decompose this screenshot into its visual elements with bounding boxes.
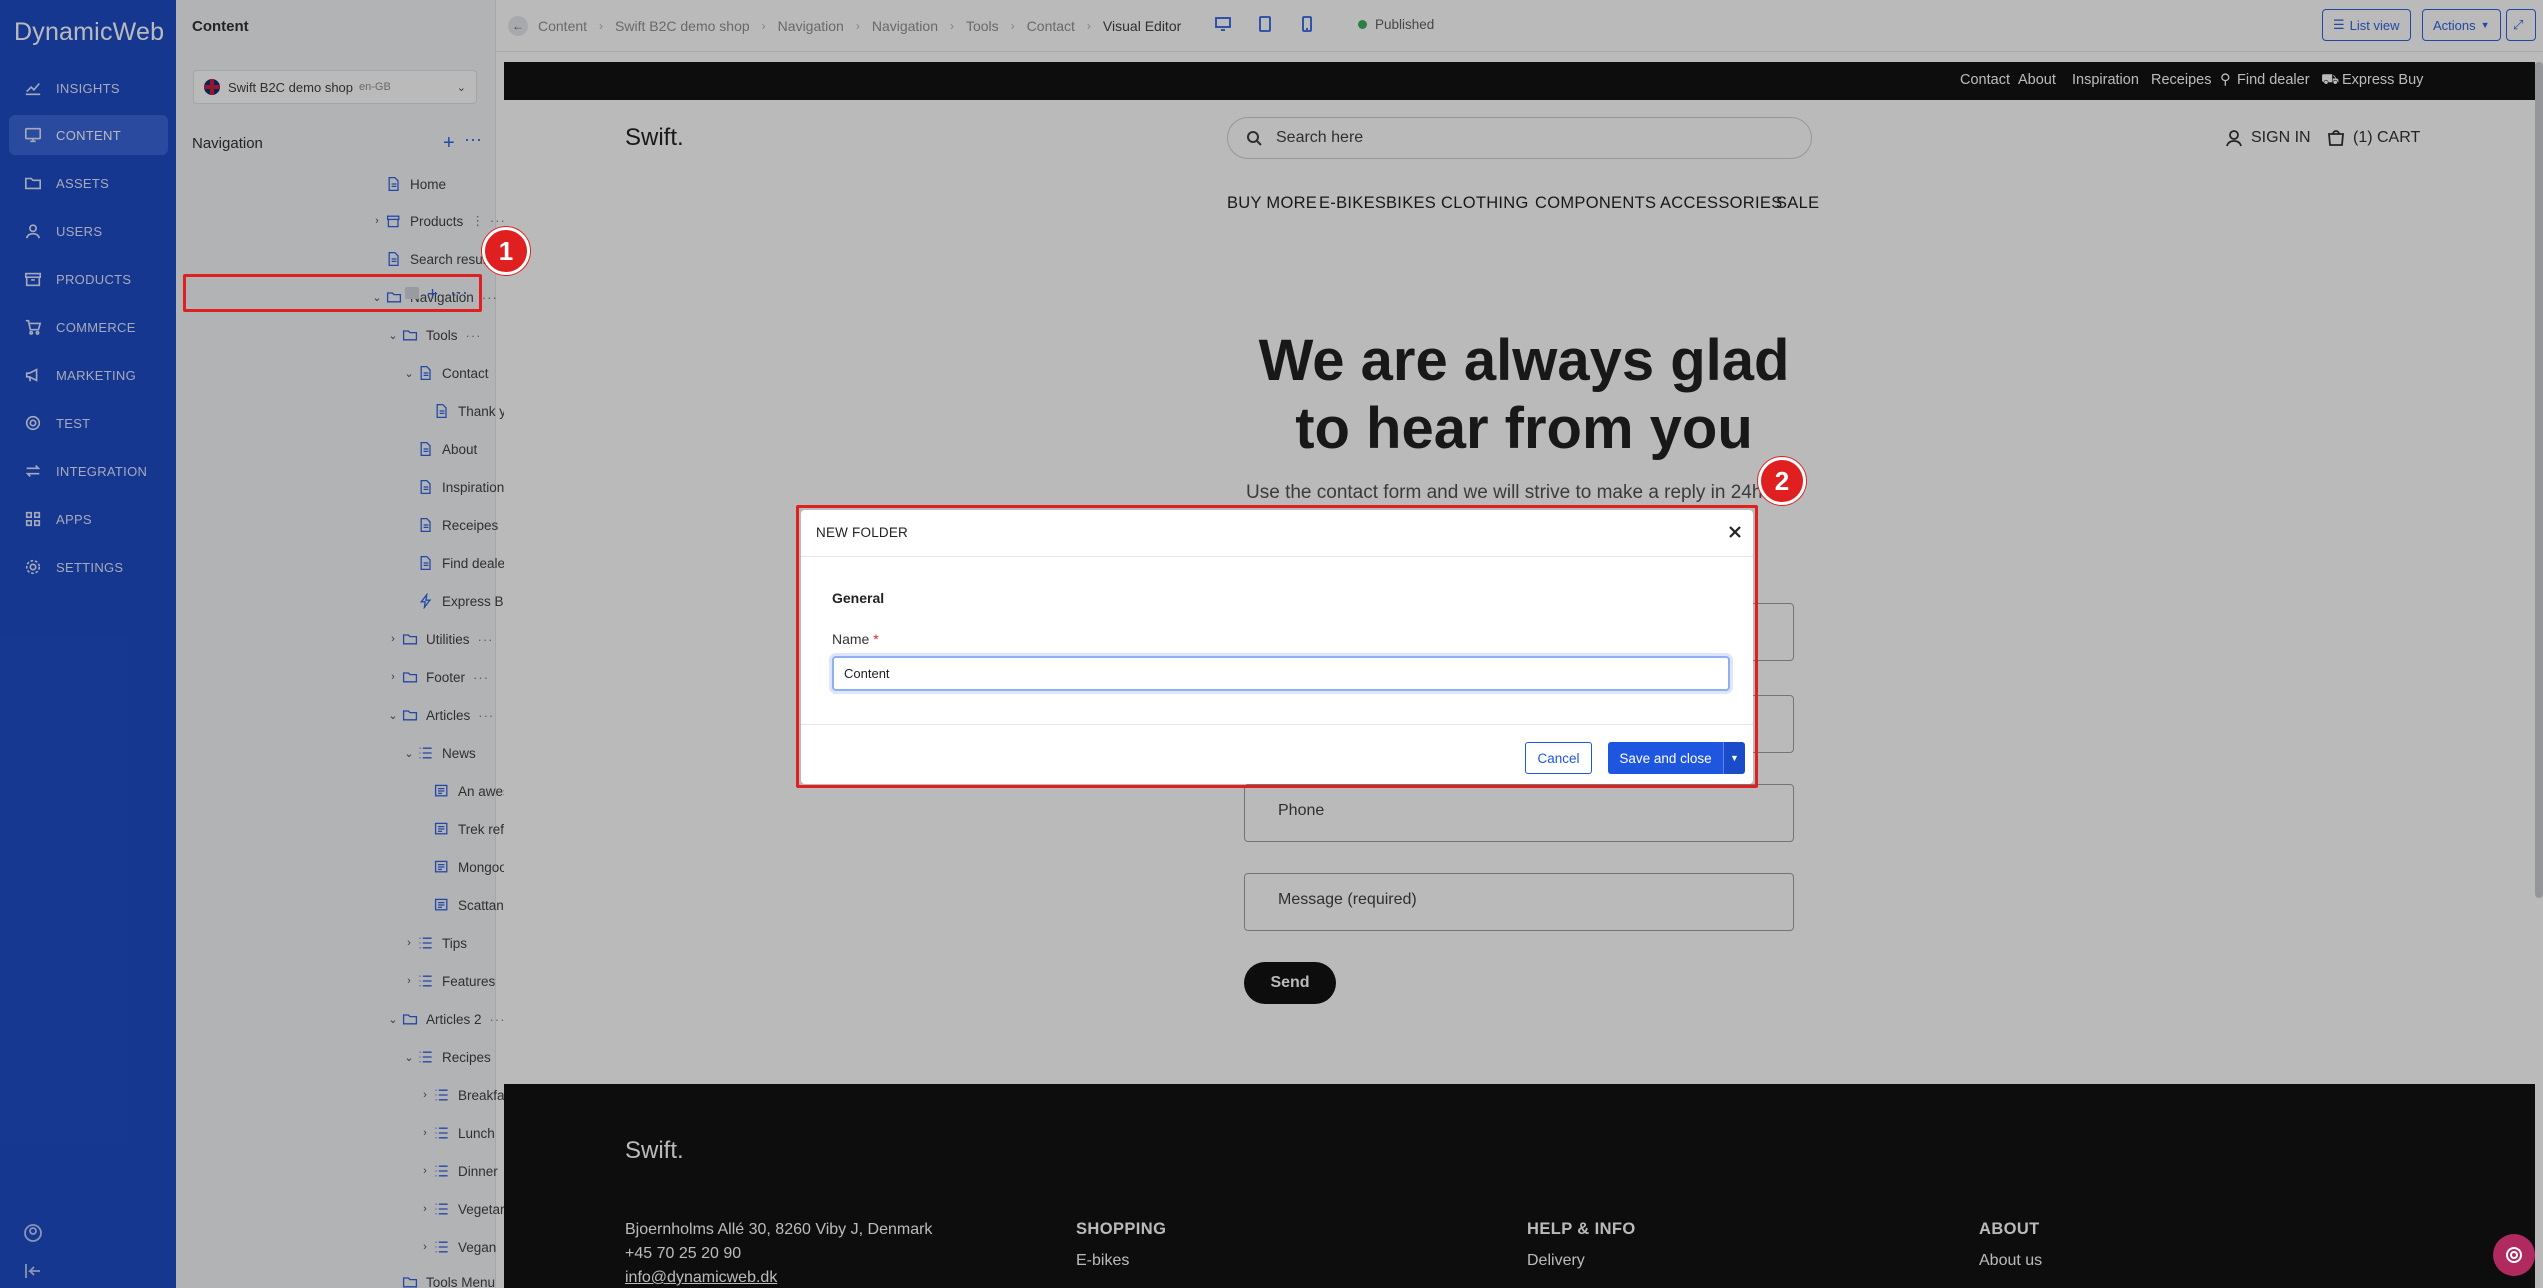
help-button[interactable]: [2493, 1234, 2535, 1276]
help-icon: [2506, 1247, 2522, 1263]
save-options-caret-icon[interactable]: ▼: [1723, 742, 1745, 774]
close-icon[interactable]: [1725, 522, 1745, 542]
required-mark: *: [873, 631, 879, 647]
annotation-badge-1: 1: [482, 227, 530, 275]
dialog-title: NEW FOLDER: [816, 525, 909, 540]
new-folder-dialog: NEW FOLDER General Name * Cancel Save an…: [801, 510, 1753, 784]
dialog-footer-divider: [801, 724, 1753, 725]
folder-name-input[interactable]: [832, 656, 1730, 691]
cancel-button[interactable]: Cancel: [1525, 742, 1592, 774]
name-label: Name *: [832, 631, 879, 647]
highlight-box-navigation-node: [183, 274, 482, 312]
annotation-badge-2: 2: [1758, 457, 1806, 505]
dialog-header: NEW FOLDER: [801, 510, 1753, 557]
save-and-close-button[interactable]: Save and close: [1608, 742, 1723, 774]
name-label-text: Name: [832, 631, 870, 647]
dialog-section-title: General: [832, 590, 885, 606]
